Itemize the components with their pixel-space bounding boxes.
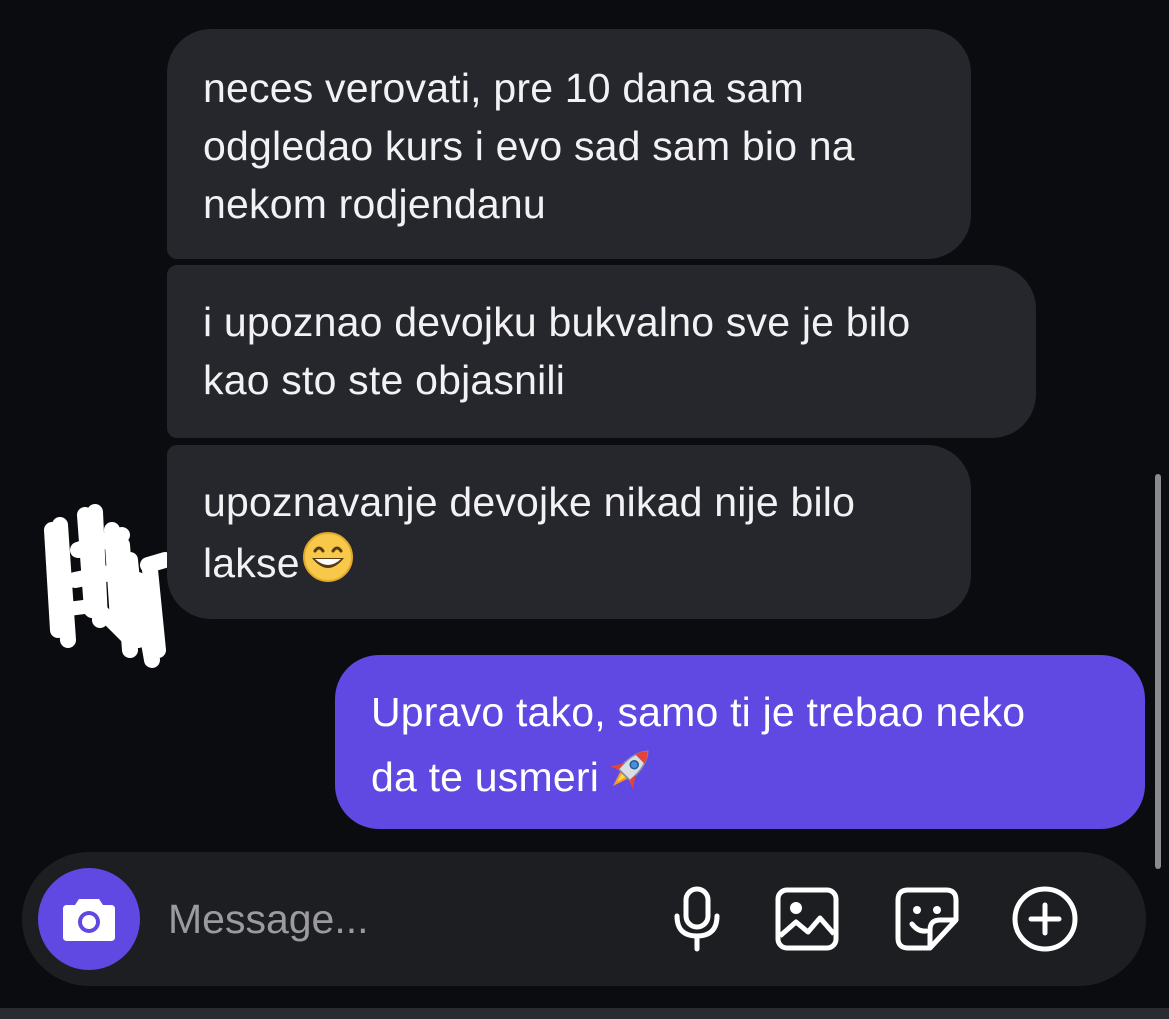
message-text: neces verovati, pre 10 dana sam odgledao…: [203, 65, 855, 227]
microphone-icon: [674, 886, 720, 952]
sticker-button[interactable]: [890, 882, 964, 956]
rocket-emoji-icon: [610, 750, 649, 789]
camera-icon: [63, 899, 115, 941]
message-composer: [22, 852, 1146, 986]
message-bubble-received[interactable]: upoznavanje devojke nikad nije bilo laks…: [167, 445, 971, 619]
bottom-edge: [0, 1008, 1169, 1019]
sticker-icon: [895, 887, 959, 951]
message-text: i upoznao devojku bukvalno sve je bilo k…: [203, 299, 911, 403]
gallery-icon: [775, 887, 839, 951]
avatar-redaction-scribble: [44, 504, 173, 668]
microphone-button[interactable]: [660, 882, 734, 956]
more-options-button[interactable]: [1008, 882, 1082, 956]
grinning-face-emoji-icon: [302, 532, 353, 582]
message-bubble-received[interactable]: i upoznao devojku bukvalno sve je bilo k…: [167, 265, 1036, 438]
message-bubble-received[interactable]: neces verovati, pre 10 dana sam odgledao…: [167, 29, 971, 259]
plus-icon: [1012, 886, 1078, 952]
message-input[interactable]: [168, 888, 628, 950]
message-bubble-sent[interactable]: Upravo tako, samo ti je trebao neko da t…: [335, 655, 1145, 829]
chat-screen: neces verovati, pre 10 dana sam odgledao…: [0, 0, 1169, 1019]
scrollbar[interactable]: [1155, 474, 1161, 869]
gallery-button[interactable]: [770, 882, 844, 956]
message-text: Upravo tako, samo ti je trebao neko da t…: [371, 689, 1026, 800]
camera-button[interactable]: [38, 868, 140, 970]
